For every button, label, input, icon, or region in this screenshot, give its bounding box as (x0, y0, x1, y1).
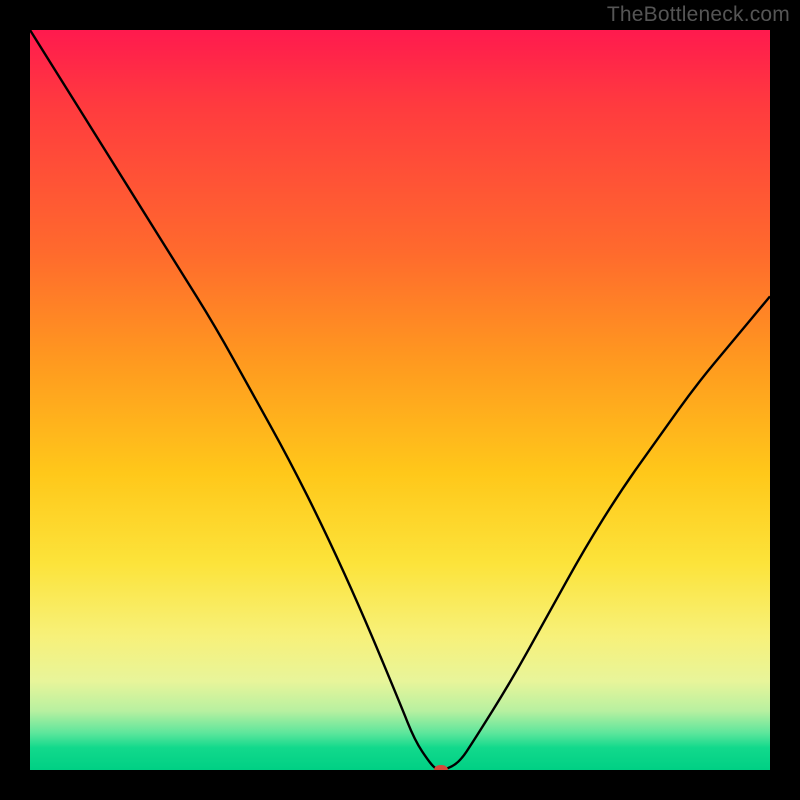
chart-frame: TheBottleneck.com (0, 0, 800, 800)
curve-path (30, 30, 770, 770)
watermark-text: TheBottleneck.com (607, 3, 790, 27)
bottleneck-curve (30, 30, 770, 770)
plot-area (30, 30, 770, 770)
optimal-point-marker (434, 765, 448, 770)
